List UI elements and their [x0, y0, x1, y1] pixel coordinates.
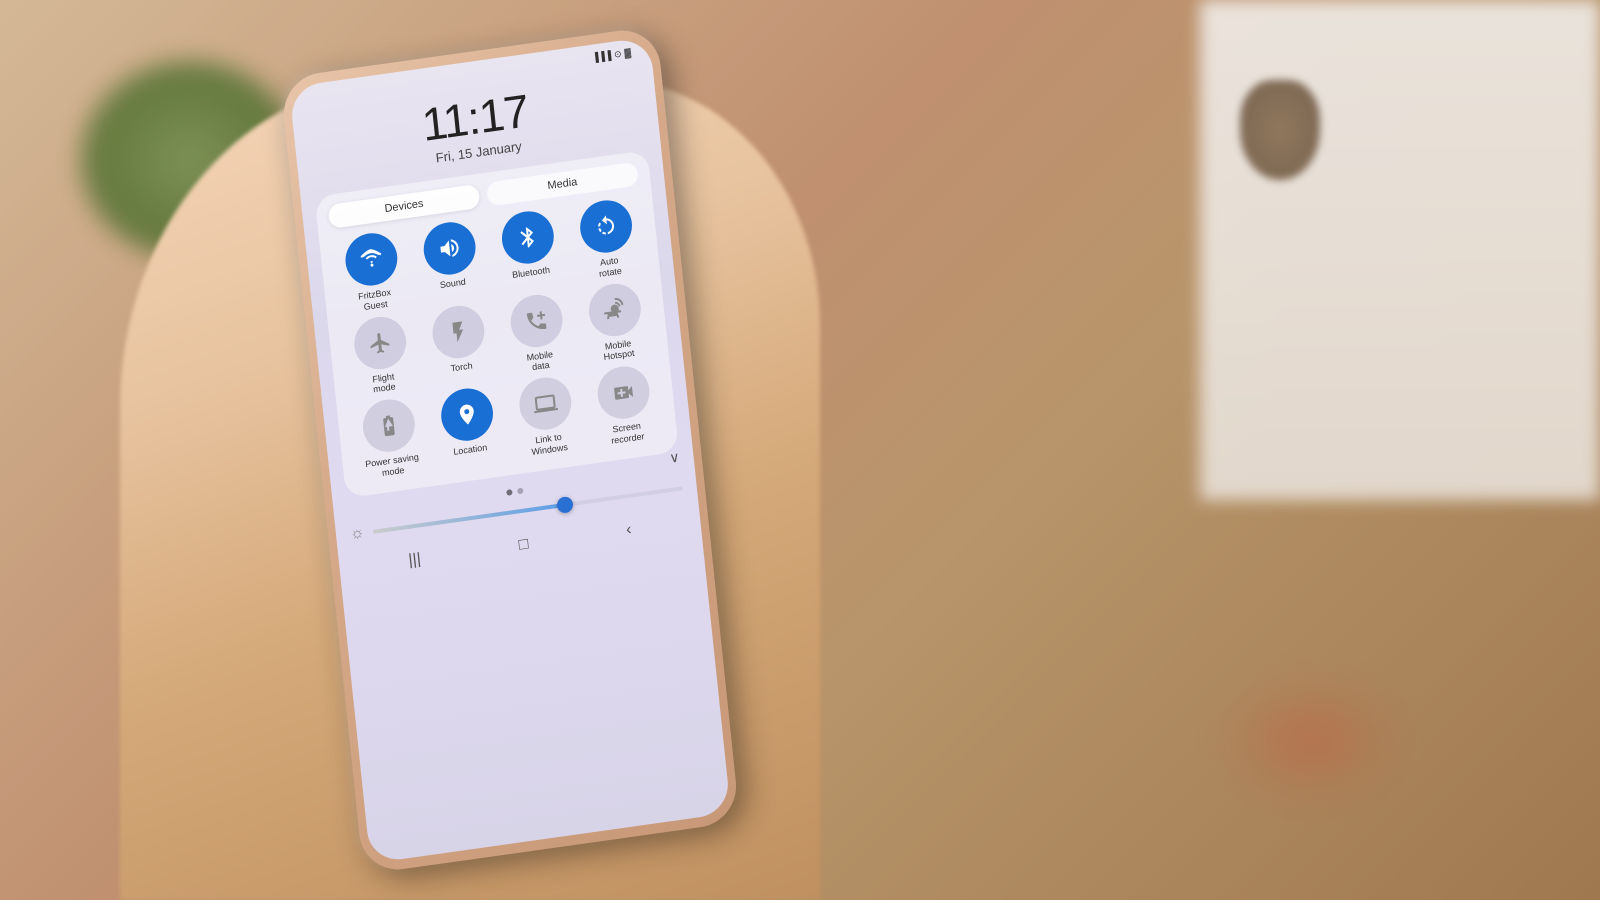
location-toggle-icon: [438, 385, 495, 444]
bluetooth-icon: [514, 224, 540, 251]
toggle-mobiledata[interactable]: Mobiledata: [496, 290, 578, 378]
plane-icon: [367, 329, 393, 356]
autorotate-label: Autorotate: [597, 255, 622, 280]
screenrecorder-toggle-icon: [595, 363, 652, 422]
recent-apps-button[interactable]: |||: [408, 550, 422, 570]
expand-chevron[interactable]: ∨: [669, 449, 681, 467]
autorotate-toggle-icon: [577, 197, 634, 256]
status-icons: ▐▐▐ ⊙ ▓: [592, 47, 632, 63]
linktowindows-label: Link toWindows: [530, 431, 568, 458]
location-icon: [453, 401, 479, 428]
torch-icon: [445, 318, 471, 345]
signal-icon: ▐▐▐: [592, 50, 612, 64]
toggle-linktowindows[interactable]: Link toWindows: [505, 373, 587, 461]
flightmode-toggle-icon: [351, 313, 408, 372]
quick-settings-panel: Devices Media FritzBoxGuest: [315, 150, 679, 498]
sound-label: Sound: [439, 277, 466, 291]
phone-screen: ▐▐▐ ⊙ ▓ 11:17 Fri, 15 January Devices Me…: [289, 37, 731, 864]
wifi-status-icon: ⊙: [614, 49, 623, 61]
toggle-wifi[interactable]: FritzBoxGuest: [331, 228, 413, 316]
powersaving-toggle-icon: [360, 396, 417, 455]
toggle-torch[interactable]: Torch: [418, 301, 500, 389]
bg-cone: [1240, 80, 1320, 180]
toggle-flightmode[interactable]: Flightmode: [340, 312, 422, 400]
toggle-screenrecorder[interactable]: Screenrecorder: [583, 362, 665, 450]
wifi-label: FritzBoxGuest: [358, 287, 393, 313]
screenrecorder-label: Screenrecorder: [610, 420, 645, 446]
dot-2: [517, 487, 524, 494]
hotspot-icon: [601, 296, 627, 323]
dot-1: [506, 489, 513, 496]
battery-status-icon: ▓: [624, 47, 632, 59]
brightness-icon: ☼: [349, 524, 365, 544]
brightness-thumb[interactable]: [556, 496, 574, 514]
torch-toggle-icon: [429, 302, 486, 361]
location-label: Location: [453, 442, 488, 457]
torch-label: Torch: [450, 360, 473, 374]
record-icon: [610, 379, 636, 406]
linktowindows-toggle-icon: [516, 374, 573, 433]
powersaving-label: Power savingmode: [365, 452, 421, 481]
toggle-sound[interactable]: Sound: [409, 217, 491, 305]
battery-icon: [375, 412, 401, 439]
back-button[interactable]: ‹: [625, 521, 632, 540]
bg-wall: [1200, 0, 1600, 500]
mobilehotspot-toggle-icon: [586, 280, 643, 339]
bluetooth-label: Bluetooth: [512, 265, 551, 281]
scene: ▐▐▐ ⊙ ▓ 11:17 Fri, 15 January Devices Me…: [0, 0, 1600, 900]
wifi-toggle-icon: [342, 230, 399, 289]
toggle-location[interactable]: Location: [427, 384, 509, 472]
mobiledata-icon: [523, 307, 549, 334]
mobiledata-toggle-icon: [508, 291, 565, 350]
wifi-icon: [358, 246, 384, 273]
toggles-grid: FritzBoxGuest Sound: [331, 195, 666, 482]
sound-icon: [436, 235, 462, 262]
toggle-autorotate[interactable]: Autorotate: [566, 195, 648, 283]
toggle-bluetooth[interactable]: Bluetooth: [488, 206, 570, 294]
link-icon: [532, 390, 558, 417]
sound-toggle-icon: [421, 219, 478, 278]
toggle-mobilehotspot[interactable]: MobileHotspot: [574, 279, 656, 367]
mobiledata-label: Mobiledata: [526, 349, 555, 374]
bg-surface: [1220, 680, 1400, 800]
toggle-powersaving[interactable]: Power savingmode: [349, 395, 431, 483]
page-dots: [506, 487, 523, 495]
mobilehotspot-label: MobileHotspot: [602, 337, 635, 363]
flightmode-label: Flightmode: [372, 371, 397, 396]
home-button[interactable]: □: [518, 535, 529, 554]
autorotate-icon: [592, 213, 618, 240]
bluetooth-toggle-icon: [499, 208, 556, 267]
